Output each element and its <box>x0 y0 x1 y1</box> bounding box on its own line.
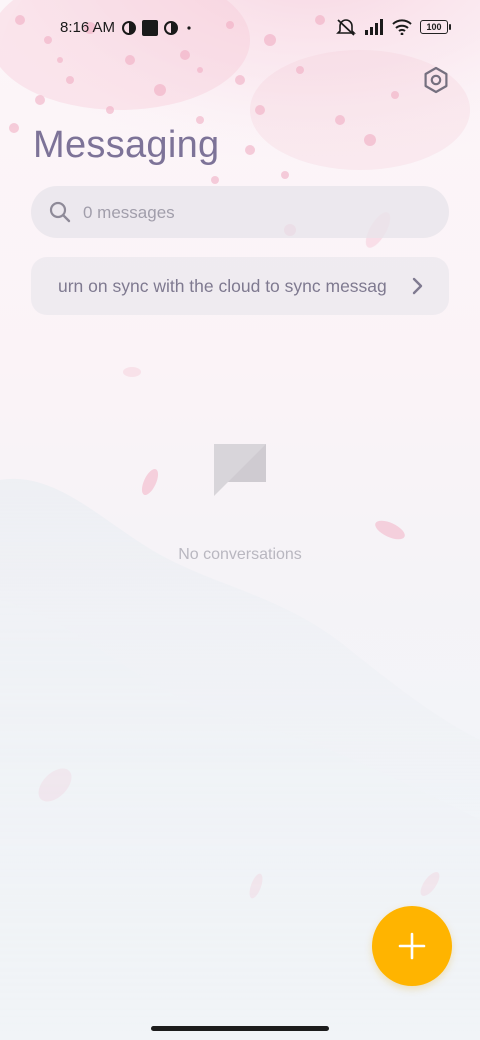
dot-icon <box>187 26 191 30</box>
notification-icons <box>122 20 194 36</box>
battery-icon: 100 <box>420 20 451 34</box>
sync-banner-text: urn on sync with the cloud to sync messa… <box>58 276 387 296</box>
empty-state-text: No conversations <box>178 546 302 563</box>
search-icon <box>49 201 71 223</box>
new-message-button[interactable] <box>372 906 452 986</box>
search-bar[interactable] <box>31 186 449 238</box>
settings-icon[interactable] <box>422 66 450 94</box>
wifi-icon <box>392 19 412 35</box>
search-input[interactable] <box>81 198 425 228</box>
cloud-sync-banner[interactable]: urn on sync with the cloud to sync messa… <box>31 257 449 315</box>
mute-icon <box>336 19 356 36</box>
signal-icon <box>365 19 383 35</box>
system-icons: 100 <box>336 18 451 36</box>
app-notification-icon <box>122 21 136 35</box>
home-gesture-bar[interactable] <box>151 1026 329 1031</box>
plus-icon <box>398 932 426 960</box>
app-notification-icon <box>164 21 178 35</box>
square-notification-icon <box>142 20 158 36</box>
status-bar: 8:16 AM 100 <box>0 0 480 56</box>
chevron-right-icon <box>412 277 423 295</box>
page-title: Messaging <box>33 124 220 166</box>
status-time: 8:16 AM <box>60 19 116 36</box>
message-bubble-icon <box>214 444 266 496</box>
